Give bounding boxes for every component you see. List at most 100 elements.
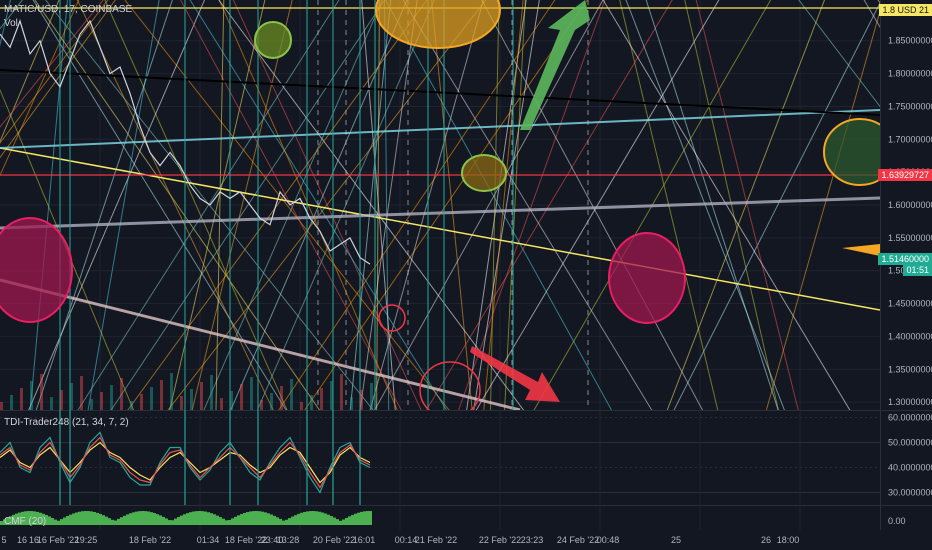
volume-bar <box>130 401 133 410</box>
price-axis[interactable]: 1.85000000 1.80000000 1.75000000 1.70000000… <box>888 36 932 526</box>
cmf-bar <box>99 513 102 525</box>
trend-line <box>673 1 880 410</box>
volume-bar <box>190 389 193 410</box>
volume-bar <box>10 395 13 410</box>
cmf-bar <box>0 521 3 525</box>
cmf-bar <box>276 517 279 525</box>
cmf-bar <box>126 514 129 525</box>
volume-bar <box>120 378 123 410</box>
highlight-ellipse <box>0 217 73 323</box>
price-tick-label: 1.55000000 <box>888 233 932 243</box>
cmf-bar <box>75 512 78 525</box>
volume-bar <box>160 380 163 410</box>
cmf-bar <box>249 511 252 525</box>
cmf-bar <box>303 511 306 525</box>
time-tick-label: 21 Feb '22 <box>415 535 457 545</box>
trend-line <box>684 0 779 410</box>
cmf-bar <box>246 512 249 525</box>
price-tick-label: 1.85000000 <box>888 36 932 46</box>
cmf-indicator-label[interactable]: CMF (20) <box>4 516 46 527</box>
cmf-bar <box>195 511 198 525</box>
cmf-bar <box>240 514 243 525</box>
chart-canvas[interactable]: 1.85000000 1.80000000 1.75000000 1.70000000… <box>0 0 932 550</box>
cmf-bar <box>57 520 60 525</box>
cmf-bar <box>60 519 63 525</box>
time-tick-label: 13:28 <box>277 535 300 545</box>
volume-bar <box>370 383 373 410</box>
cmf-bar <box>306 511 309 525</box>
cmf-bar <box>324 513 327 525</box>
cmf-bar <box>51 517 54 525</box>
volume-label: Vol <box>4 18 18 29</box>
cmf-bar <box>189 512 192 525</box>
cmf-bar <box>309 511 312 525</box>
cmf-bar <box>183 514 186 525</box>
volume-bar <box>320 388 323 410</box>
cmf-bar <box>153 513 156 525</box>
trend-line <box>0 0 80 177</box>
cmf-bar <box>204 511 207 525</box>
cmf-bar <box>318 511 321 525</box>
cmf-bar <box>327 514 330 525</box>
cmf-bar <box>198 511 201 525</box>
trend-line <box>0 0 11 47</box>
cmf-bar <box>363 511 366 525</box>
cmf-bar <box>237 515 240 525</box>
tdi-tick-label: 30.00000000 <box>888 488 932 498</box>
cmf-bar <box>279 518 282 525</box>
cmf-bar <box>165 518 168 525</box>
volume-bar <box>180 396 183 410</box>
cmf-bar <box>201 511 204 525</box>
volume-bar <box>210 375 213 410</box>
cmf-bar <box>114 520 117 525</box>
cmf-bar <box>129 513 132 525</box>
time-tick-label: 5 <box>1 535 6 545</box>
trend-line <box>0 278 521 410</box>
cmf-bar <box>150 512 153 525</box>
price-tick-label: 1.45000000 <box>888 299 932 309</box>
cmf-bar <box>159 515 162 525</box>
time-tick-label: 00:14 <box>395 535 418 545</box>
time-tick-label: 18:00 <box>777 535 800 545</box>
time-tick-label: 23:23 <box>521 535 544 545</box>
trend-line <box>35 0 173 410</box>
cmf-bar <box>348 516 351 525</box>
volume-bar <box>140 394 143 410</box>
volume-bar <box>360 390 363 410</box>
time-tick-label: 16 Feb '22 <box>37 535 79 545</box>
trend-line <box>87 0 160 410</box>
axis-separator <box>880 0 881 550</box>
volume-bar <box>80 376 83 410</box>
cmf-bar <box>315 511 318 525</box>
cmf-bar <box>333 517 336 525</box>
cmf-tick-label: 0.00 <box>888 516 906 526</box>
cmf-bar <box>141 511 144 525</box>
highlight-ellipse <box>608 232 686 324</box>
cmf-bar <box>243 512 246 525</box>
cmf-bar <box>69 514 72 525</box>
volume-bar <box>20 388 23 410</box>
cmf-bar <box>261 511 264 525</box>
highlight-ellipse <box>378 304 406 332</box>
cmf-bar <box>267 513 270 525</box>
cmf-bar <box>210 513 213 525</box>
cmf-bar <box>96 512 99 525</box>
time-tick-label: 19:25 <box>75 535 98 545</box>
price-tick-label: 1.35000000 <box>888 364 932 374</box>
price-tick-label: 1.75000000 <box>888 101 932 111</box>
trend-line <box>863 0 880 28</box>
cmf-bar <box>231 518 234 525</box>
time-tick-label: 26 <box>761 535 771 545</box>
price-tick-label: 1.60000000 <box>888 200 932 210</box>
volume-bar <box>240 384 243 410</box>
cmf-bar <box>186 513 189 525</box>
cmf-bar <box>180 515 183 525</box>
time-tick-label: 25 <box>671 535 681 545</box>
cmf-bar <box>174 518 177 525</box>
cmf-bar <box>255 511 258 525</box>
tdi-indicator-label[interactable]: TDI-Trader248 (21, 34, 7, 2) <box>4 417 129 428</box>
trend-line <box>32 0 287 410</box>
cmf-bar <box>294 515 297 525</box>
cmf-bar <box>285 519 288 525</box>
highlight-ellipse <box>461 154 507 192</box>
